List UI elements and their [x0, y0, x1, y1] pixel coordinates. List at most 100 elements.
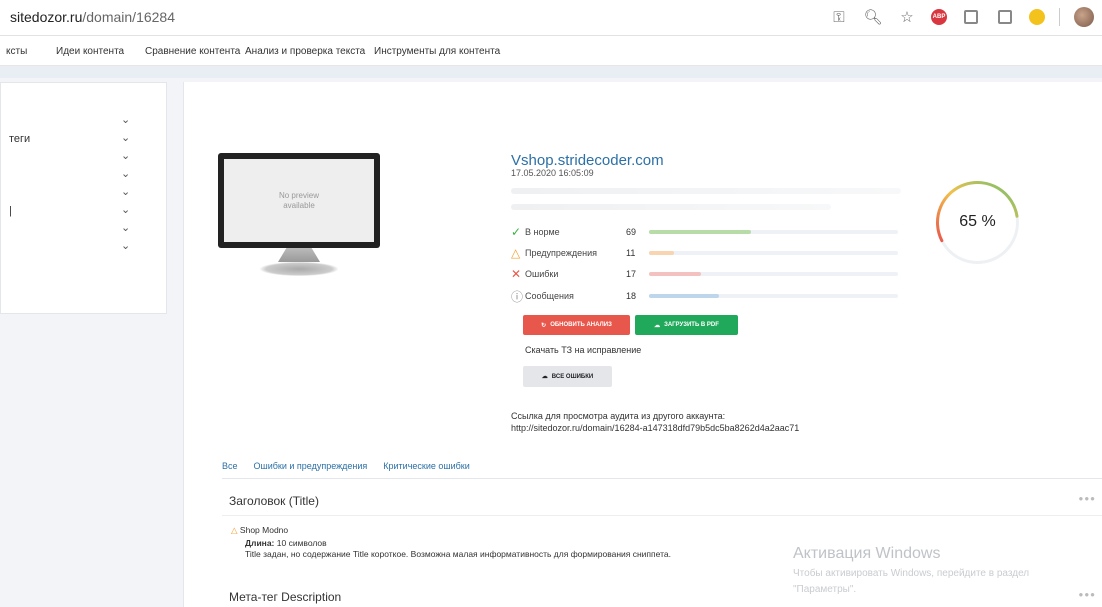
toolbar-separator	[1059, 8, 1060, 26]
audit-link-block: Ссылка для просмотра аудита из другого а…	[511, 410, 799, 434]
profile-avatar-icon[interactable]	[1074, 7, 1094, 27]
sidebar-item-bar[interactable]: |	[9, 205, 12, 217]
chevron-down-icon[interactable]: ⌄	[121, 151, 131, 162]
title-value: Shop Modno	[239, 525, 289, 535]
sidebar-item-tags[interactable]: теги	[9, 133, 30, 145]
tabs-divider	[222, 478, 1102, 479]
tab-critical-errors[interactable]: Критические ошибки	[383, 461, 469, 471]
chevron-down-icon[interactable]: ⌄	[121, 115, 131, 126]
zoom-icon[interactable]: 🔍︎	[863, 7, 883, 27]
stat-bar	[649, 251, 898, 255]
check-icon: ✓	[511, 225, 522, 239]
length-label: Длина:	[245, 538, 275, 548]
nav-item-text-analysis[interactable]: Анализ и проверка текста	[245, 46, 365, 57]
stat-count: 18	[626, 291, 637, 301]
refresh-analysis-button[interactable]: ↻ ОБНОВИТЬ АНАЛИЗ	[523, 315, 630, 335]
url-field[interactable]: sitedozor.ru/domain/16284	[10, 9, 175, 25]
windows-activation-line2: "Параметры".	[793, 584, 857, 595]
blurred-line	[511, 188, 901, 194]
nav-item-content-ideas[interactable]: Идеи контента	[56, 46, 124, 57]
browser-address-bar: sitedozor.ru/domain/16284 ⚿ 🔍︎ ☆ ABP	[0, 0, 1102, 36]
chevron-down-icon[interactable]: ⌄	[121, 223, 131, 234]
stat-label: Ошибки	[525, 269, 559, 279]
download-tz-link[interactable]: Скачать ТЗ на исправление	[525, 345, 641, 355]
stat-count: 69	[626, 227, 637, 237]
cloud-download-icon: ☁	[541, 374, 548, 380]
warning-icon: △	[511, 246, 521, 260]
refresh-analysis-label: ОБНОВИТЬ АНАЛИЗ	[550, 322, 612, 328]
score-value: 65 %	[959, 213, 996, 230]
section-meta-description-heading: Мета-тег Description	[229, 590, 342, 604]
stat-bar-fill	[649, 272, 702, 276]
sidebar: ⌄ теги ⌄ ⌄ ⌄ ⌄ | ⌄ ⌄ ⌄	[0, 82, 167, 314]
windows-activation-line1: Чтобы активировать Windows, перейдите в …	[793, 568, 1030, 579]
stat-row-ok: ✓ В норме 69	[511, 224, 901, 240]
nav-item-content-compare[interactable]: Сравнение контента	[145, 46, 240, 57]
download-pdf-button[interactable]: ☁ ЗАГРУЗИТЬ В PDF	[635, 315, 738, 335]
audit-link-caption: Ссылка для просмотра аудита из другого а…	[511, 411, 726, 421]
stat-count: 11	[626, 248, 636, 258]
chevron-down-icon[interactable]: ⌄	[121, 133, 131, 144]
adblock-icon[interactable]: ABP	[931, 9, 947, 25]
preview-text-line1: No preview	[278, 190, 319, 200]
section-divider	[222, 515, 1102, 516]
more-options-icon[interactable]: ●●●	[1079, 590, 1097, 599]
extension-square-icon[interactable]	[995, 7, 1015, 27]
star-icon[interactable]: ☆	[897, 7, 917, 27]
cross-icon: ✕	[511, 267, 522, 281]
url-path: /domain/16284	[82, 9, 176, 25]
stat-label: Предупреждения	[525, 248, 597, 258]
stat-row-messages: ⓘ Сообщения 18	[511, 288, 901, 304]
preview-screen: No preview available	[224, 159, 374, 242]
stat-bar-fill	[649, 294, 719, 298]
refresh-icon: ↻	[541, 322, 547, 329]
cloud-upload-icon: ☁	[654, 322, 661, 329]
nav-item-texts[interactable]: ксты	[6, 46, 27, 57]
warning-icon: △	[231, 525, 238, 535]
section-title-heading: Заголовок (Title)	[229, 494, 319, 508]
stat-row-errors: ✕ Ошибки 17	[511, 266, 901, 282]
title-value-row: △ Shop Modno	[231, 525, 288, 536]
tab-all[interactable]: Все	[222, 461, 238, 471]
site-title[interactable]: Vshop.stridecoder.com	[511, 152, 664, 169]
key-icon[interactable]: ⚿	[829, 7, 849, 27]
url-host: sitedozor.ru	[10, 9, 83, 25]
extension-yellow-icon[interactable]	[1029, 9, 1045, 25]
stat-row-warnings: △ Предупреждения 11	[511, 245, 901, 261]
all-errors-label: ВСЕ ОШИБКИ	[551, 373, 594, 380]
title-length-row: Длина: 10 символов	[245, 538, 327, 548]
chevron-down-icon[interactable]: ⌄	[121, 169, 131, 180]
header-strip	[0, 66, 1102, 78]
stat-count: 17	[626, 269, 637, 279]
chevron-down-icon[interactable]: ⌄	[121, 241, 131, 252]
site-date: 17.05.2020 16:05:09	[511, 168, 594, 178]
stat-bar-fill	[649, 230, 752, 234]
stat-label: Сообщения	[525, 291, 574, 301]
score-arc	[936, 181, 1019, 243]
stat-bar	[649, 230, 898, 234]
site-preview-monitor: No preview available	[218, 153, 380, 248]
more-options-icon[interactable]: ●●●	[1079, 494, 1097, 503]
download-pdf-label: ЗАГРУЗИТЬ В PDF	[664, 322, 719, 328]
chevron-down-icon[interactable]: ⌄	[121, 205, 131, 216]
stat-bar	[649, 272, 898, 276]
preview-text-line2: available	[283, 200, 315, 210]
stat-bar	[649, 294, 898, 298]
info-icon: ⓘ	[511, 289, 524, 304]
title-note: Title задан, но содержание Title коротко…	[245, 549, 671, 559]
extension-icon[interactable]	[961, 7, 981, 27]
blurred-line	[511, 204, 831, 210]
chevron-down-icon[interactable]: ⌄	[121, 187, 131, 198]
all-errors-button[interactable]: ☁ ВСЕ ОШИБКИ	[523, 366, 612, 387]
top-navigation: ксты Идеи контента Сравнение контента Ан…	[0, 36, 1102, 66]
browser-toolbar: ⚿ 🔍︎ ☆ ABP	[829, 7, 1094, 27]
monitor-base	[260, 262, 338, 276]
nav-item-content-tools[interactable]: Инструменты для контента	[374, 46, 500, 57]
audit-link-url[interactable]: http://sitedozor.ru/domain/16284-a147318…	[511, 422, 799, 434]
stat-label: В норме	[525, 227, 560, 237]
length-value: 10 символов	[276, 538, 327, 548]
stat-bar-fill	[649, 251, 674, 255]
windows-activation-text: Чтобы активировать Windows, перейдите в …	[793, 566, 1029, 598]
tab-errors-warnings[interactable]: Ошибки и предупреждения	[254, 461, 368, 471]
windows-activation-title: Активация Windows	[793, 545, 941, 562]
